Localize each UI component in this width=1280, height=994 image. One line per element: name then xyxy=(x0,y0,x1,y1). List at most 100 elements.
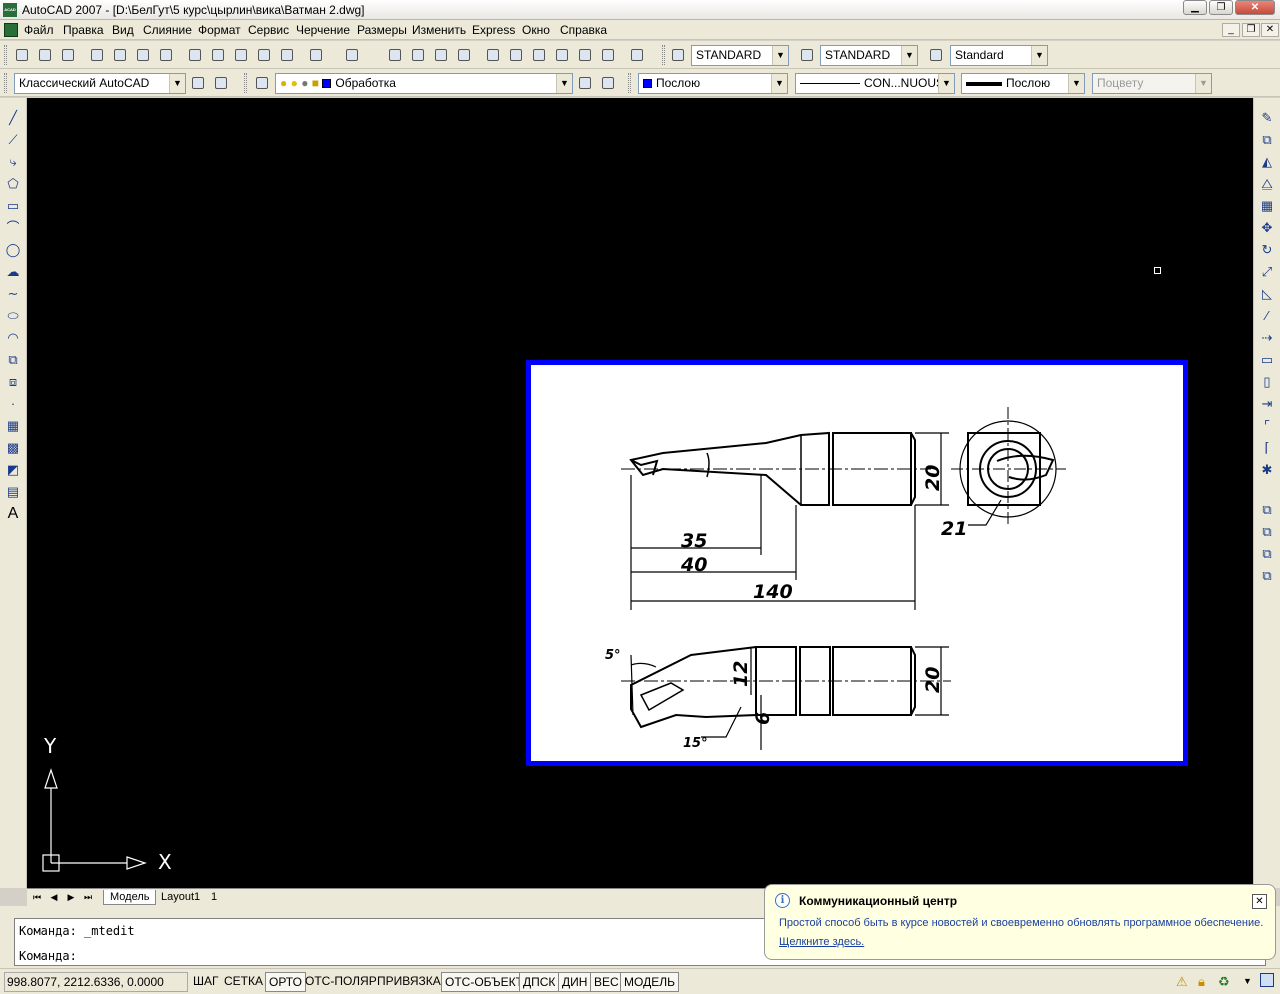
workspace-settings-icon[interactable] xyxy=(190,75,206,91)
text-style-select[interactable]: STANDARD ▼ xyxy=(691,45,789,66)
otrack-toggle[interactable]: ОТС-ОБЪЕКТ xyxy=(441,972,527,992)
prev-tab-button[interactable]: ◀ xyxy=(46,891,62,904)
explode-icon[interactable]: ✱ xyxy=(1259,462,1275,478)
chevron-down-icon[interactable]: ▼ xyxy=(1031,46,1047,65)
new-icon[interactable] xyxy=(14,47,30,63)
lock-icon[interactable]: 🔒︎ xyxy=(1198,974,1205,990)
workspace-select[interactable]: Классический AutoCAD ▼ xyxy=(14,73,186,94)
match-properties-icon[interactable] xyxy=(256,47,272,63)
hatch-icon[interactable]: ▦ xyxy=(5,418,21,434)
balloon-close-button[interactable]: ✕ xyxy=(1252,894,1267,909)
ellipse-icon[interactable]: ⬭ xyxy=(5,308,21,324)
pan-icon[interactable] xyxy=(387,47,403,63)
grid-toggle[interactable]: СЕТКА xyxy=(221,972,266,992)
menu-view[interactable]: Вид xyxy=(112,23,134,37)
menu-modify[interactable]: Изменить xyxy=(412,23,466,37)
menu-express[interactable]: Express xyxy=(472,23,515,37)
insert-block-icon[interactable]: ⧉ xyxy=(5,352,21,368)
table-style-select[interactable]: Standard ▼ xyxy=(950,45,1048,66)
offset-icon[interactable]: ⧋ xyxy=(1259,176,1275,192)
break-at-point-icon[interactable]: ▭ xyxy=(1259,352,1275,368)
color-select[interactable]: Послою ▼ xyxy=(638,73,788,94)
tab-model[interactable]: Модель xyxy=(103,890,157,905)
menu-file[interactable]: Файл xyxy=(24,23,54,37)
command-prompt[interactable]: Команда: xyxy=(19,949,77,963)
dim-style-icon[interactable] xyxy=(799,47,815,63)
menu-dimension[interactable]: Размеры xyxy=(357,23,407,37)
design-center-icon[interactable] xyxy=(508,47,524,63)
dyn-toggle[interactable]: ДИН xyxy=(558,972,592,992)
revision-cloud-icon[interactable]: ☁ xyxy=(5,264,21,280)
minimize-button[interactable]: ▁ xyxy=(1183,0,1207,15)
warning-icon[interactable]: ⚠ xyxy=(1176,974,1188,990)
maximize-button[interactable]: ❐ xyxy=(1209,0,1233,15)
make-block-icon[interactable]: ⧈ xyxy=(5,374,21,390)
table-icon[interactable]: ▤ xyxy=(5,484,21,500)
construction-line-icon[interactable]: ⟋ xyxy=(5,132,21,148)
polar-toggle[interactable]: ОТС-ПОЛЯР xyxy=(302,972,380,992)
cut-icon[interactable] xyxy=(187,47,203,63)
publish-icon[interactable] xyxy=(135,47,151,63)
spline-icon[interactable]: ∼ xyxy=(5,286,21,302)
move-icon[interactable]: ✥ xyxy=(1259,220,1275,236)
close-button[interactable]: ✕ xyxy=(1235,0,1275,15)
next-tab-button[interactable]: ▶ xyxy=(63,891,79,904)
rectangle-icon[interactable]: ▭ xyxy=(5,198,21,214)
join-icon[interactable]: ⇥ xyxy=(1259,396,1275,412)
raster-image-frame[interactable]: 35 40 140 20 21 5° 12 20 6 15° xyxy=(526,360,1188,766)
save-icon[interactable] xyxy=(60,47,76,63)
menu-draw[interactable]: Черчение xyxy=(296,23,350,37)
menu-help[interactable]: Справка xyxy=(560,23,607,37)
copy-icon[interactable] xyxy=(210,47,226,63)
tab-layout1[interactable]: Layout1 xyxy=(155,890,206,905)
send-under-icon[interactable]: ⧉ xyxy=(1259,568,1275,584)
paste-icon[interactable] xyxy=(233,47,249,63)
break-icon[interactable]: ▯ xyxy=(1259,374,1275,390)
customize-icon[interactable] xyxy=(213,75,229,91)
balloon-link[interactable]: Щелкните здесь. xyxy=(779,936,864,948)
communication-center-icon[interactable]: ♻ xyxy=(1218,974,1230,990)
lwt-toggle[interactable]: ВЕС xyxy=(590,972,623,992)
document-icon[interactable] xyxy=(4,23,18,37)
ducs-toggle[interactable]: ДПСК xyxy=(519,972,560,992)
menu-window[interactable]: Окно xyxy=(522,23,550,37)
menu-merge[interactable]: Слияние xyxy=(143,23,192,37)
lineweight-select[interactable]: Послою ▼ xyxy=(961,73,1085,94)
tool-palettes-icon[interactable] xyxy=(531,47,547,63)
toolbar-grip[interactable] xyxy=(4,45,7,65)
doc-restore-button[interactable]: ❐ xyxy=(1242,23,1260,37)
help-icon[interactable] xyxy=(629,47,645,63)
block-editor-icon[interactable] xyxy=(279,47,295,63)
polygon-icon[interactable]: ⬠ xyxy=(5,176,21,192)
zoom-realtime-icon[interactable] xyxy=(410,47,426,63)
plot-icon[interactable] xyxy=(89,47,105,63)
toolbar-grip[interactable] xyxy=(244,73,247,93)
menu-tools[interactable]: Сервис xyxy=(248,23,289,37)
coordinates-readout[interactable]: 998.8077, 2212.6336, 0.0000 xyxy=(4,972,188,992)
stretch-icon[interactable]: ◺ xyxy=(1259,286,1275,302)
chevron-down-icon[interactable]: ▼ xyxy=(1068,74,1084,93)
last-tab-button[interactable]: ⏭ xyxy=(80,891,96,904)
undo-icon[interactable] xyxy=(308,47,324,63)
bring-above-icon[interactable]: ⧉ xyxy=(1259,546,1275,562)
point-icon[interactable]: · xyxy=(5,396,21,412)
redo-icon[interactable] xyxy=(344,47,360,63)
snap-toggle[interactable]: ШАГ xyxy=(190,972,222,992)
chevron-down-icon[interactable]: ▼ xyxy=(772,46,788,65)
chevron-down-icon[interactable]: ▼ xyxy=(556,74,572,93)
multiline-text-icon[interactable]: A xyxy=(5,506,21,522)
doc-minimize-button[interactable]: _ xyxy=(1222,23,1240,37)
chamfer-icon[interactable]: ⌜ xyxy=(1259,418,1275,434)
calculator-icon[interactable] xyxy=(600,47,616,63)
mirror-icon[interactable]: ◭ xyxy=(1259,154,1275,170)
open-icon[interactable] xyxy=(37,47,53,63)
chevron-down-icon[interactable]: ▼ xyxy=(1243,976,1252,986)
toolbar-grip[interactable] xyxy=(4,73,7,93)
table-style-icon[interactable] xyxy=(928,47,944,63)
chevron-down-icon[interactable]: ▼ xyxy=(771,74,787,93)
zoom-window-icon[interactable] xyxy=(433,47,449,63)
ellipse-arc-icon[interactable]: ◠ xyxy=(5,330,21,346)
model-toggle[interactable]: МОДЕЛЬ xyxy=(620,972,679,992)
dim-style-select[interactable]: STANDARD ▼ xyxy=(820,45,918,66)
text-style-icon[interactable] xyxy=(670,47,686,63)
